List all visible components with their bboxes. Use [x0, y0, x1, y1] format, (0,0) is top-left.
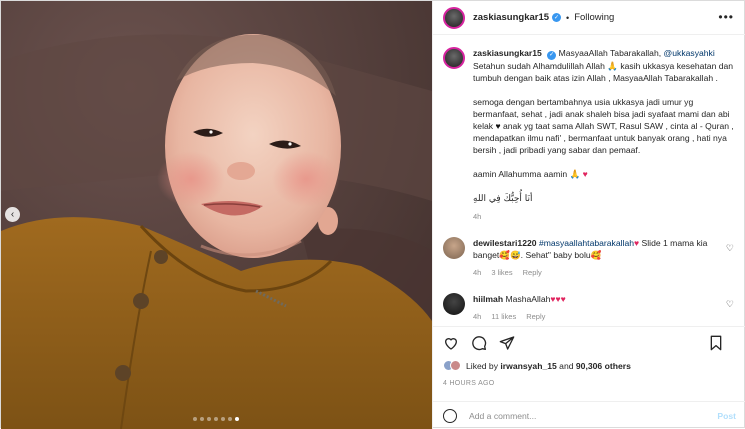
caption-text3: aamin Allahumma aamin	[473, 168, 568, 179]
comment-reply-button[interactable]: Reply	[526, 311, 545, 323]
comment-item: dewilestari1220 #masyaallahtabarakallah♥…	[443, 236, 736, 279]
comment-like-icon[interactable]: ♡	[726, 299, 734, 310]
comment-text: MashaAllah	[505, 293, 551, 304]
post-modal: ‹ zaskiasungkar15 ✓ • Following ••• zask…	[0, 0, 745, 429]
post-header: zaskiasungkar15 ✓ • Following •••	[433, 1, 745, 35]
comment-likes[interactable]: 3 likes	[491, 267, 512, 279]
verified-icon: ✓	[547, 50, 557, 60]
heart-emoji-icon: ♥	[582, 168, 588, 179]
comment-likes[interactable]: 11 likes	[491, 311, 516, 323]
caption-text1: Setahun sudah Alhamdulillah Allah 🙏 kasi…	[473, 60, 734, 83]
comment-like-icon[interactable]: ♡	[726, 243, 734, 254]
post-button[interactable]: Post	[717, 411, 736, 421]
comment-time[interactable]: 4h	[473, 267, 481, 279]
comment-username[interactable]: dewilestari1220	[473, 238, 537, 248]
comment-hashtag[interactable]: #masyaallahtabarakallah	[539, 238, 634, 248]
caption-username[interactable]: zaskiasungkar15	[473, 48, 542, 58]
caption-mention[interactable]: @ukkasyahki	[664, 48, 715, 58]
like-icon[interactable]	[443, 335, 459, 351]
caption-avatar[interactable]	[443, 47, 465, 69]
header-separator: •	[566, 12, 570, 23]
comment-hearts: ♥♥♥	[550, 293, 566, 304]
comment-icon[interactable]	[471, 335, 487, 351]
black-heart-icon: ♥	[495, 120, 501, 131]
header-username[interactable]: zaskiasungkar15	[473, 12, 549, 23]
share-icon[interactable]	[499, 335, 515, 351]
carousel-dot	[207, 417, 211, 421]
comment-item: hiilmah MashaAllah♥♥♥ 4h 11 likes Reply …	[443, 292, 736, 323]
likes-prefix: Liked by	[466, 360, 499, 371]
comment-body: hiilmah MashaAllah♥♥♥ 4h 11 likes Reply	[473, 293, 735, 323]
caption-time[interactable]: 4h	[473, 211, 736, 223]
carousel-dot	[228, 417, 232, 421]
post-photo[interactable]: ‹	[1, 1, 432, 429]
caption-body: zaskiasungkar15 ✓ MasyaaAllah Tabarakall…	[473, 47, 736, 223]
carousel-dot	[200, 417, 204, 421]
comment-input[interactable]	[469, 410, 699, 421]
comment-meta: 4h 3 likes Reply	[473, 267, 735, 279]
baby-photo-image	[1, 1, 432, 429]
carousel-dot	[214, 417, 218, 421]
heart-emoji-icon: ♥	[634, 237, 640, 248]
liker-avatar	[450, 360, 461, 371]
comment-body: dewilestari1220 #masyaallahtabarakallah♥…	[473, 237, 735, 279]
comment-meta: 4h 11 likes Reply	[473, 311, 735, 323]
comment-username[interactable]: hiilmah	[473, 294, 503, 304]
caption-arabic: أنَا أُحِبُّكَ فِي اللهِ	[473, 193, 533, 204]
carousel-prev-button[interactable]: ‹	[5, 207, 20, 222]
likes-summary: Liked by irwansyah_15 and 90,306 others	[443, 360, 631, 371]
post-sidebar: zaskiasungkar15 ✓ • Following ••• zaskia…	[432, 1, 745, 429]
likes-text: Liked by irwansyah_15 and 90,306 others	[466, 361, 631, 371]
carousel-dot	[221, 417, 225, 421]
emoji-icon[interactable]	[443, 408, 457, 423]
likes-and: and	[559, 360, 574, 371]
comment-reply-button[interactable]: Reply	[523, 267, 542, 279]
chevron-left-icon: ‹	[10, 209, 15, 220]
hands-icon: 🙏	[569, 168, 581, 179]
carousel-dots	[193, 417, 239, 421]
liker-username[interactable]: irwansyah_15	[500, 361, 556, 371]
comment-time[interactable]: 4h	[473, 311, 481, 323]
caption: zaskiasungkar15 ✓ MasyaaAllah Tabarakall…	[443, 47, 736, 223]
more-icon[interactable]: •••	[718, 10, 734, 24]
action-bar	[433, 326, 745, 358]
post-timestamp[interactable]: 4 HOURS AGO	[443, 380, 495, 387]
likes-count[interactable]: 90,306 others	[576, 361, 631, 371]
comment-avatar[interactable]	[443, 236, 465, 259]
avatar[interactable]	[443, 6, 465, 29]
carousel-dot	[193, 417, 197, 421]
bookmark-icon[interactable]	[708, 335, 724, 351]
add-comment-bar: Post	[433, 401, 745, 429]
verified-icon: ✓	[552, 13, 562, 22]
caption-text2b: anak yg taat sama Allah SWT, Rasul SAW ,…	[473, 120, 734, 155]
following-button[interactable]: Following	[574, 12, 614, 23]
carousel-dot	[235, 417, 239, 421]
post-comments-area[interactable]: zaskiasungkar15 ✓ MasyaaAllah Tabarakall…	[433, 35, 745, 325]
comment-avatar[interactable]	[443, 292, 465, 315]
caption-line1: MasyaaAllah Tabarakallah,	[558, 48, 662, 58]
